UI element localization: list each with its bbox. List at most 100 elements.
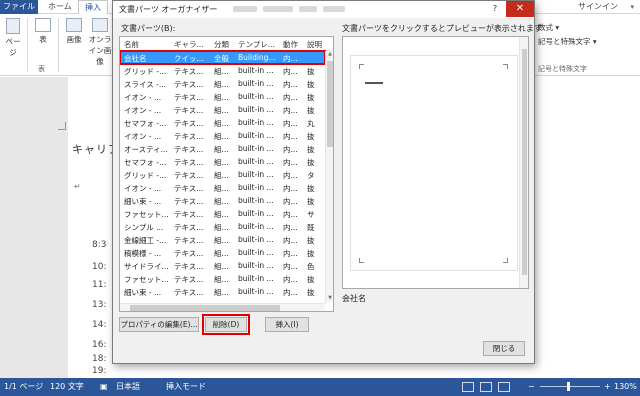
time-entry[interactable]: 18: bbox=[92, 354, 106, 364]
building-blocks-list[interactable]: 名前 ギャラ... 分類 テンプレ... 動作 説明 会社名 クイッ... 全般 Bu… bbox=[119, 36, 334, 312]
cell-name: オースティ... bbox=[124, 145, 168, 154]
edit-properties-button[interactable]: プロパティの編集(E)... bbox=[119, 317, 199, 332]
time-entry[interactable]: 11: bbox=[92, 280, 106, 290]
cell-description: 丸 bbox=[307, 119, 315, 128]
preview-block-name: 会社名 bbox=[342, 294, 366, 303]
list-row[interactable]: 稿模様 - ... テキス... 組... built-in ... 内... 抜 bbox=[120, 246, 325, 259]
list-row[interactable]: セマフォ -... テキス... 組... built-in ... 内... 抜 bbox=[120, 155, 325, 168]
cell-gallery: テキス... bbox=[174, 158, 204, 167]
zoom-slider-handle[interactable] bbox=[567, 382, 570, 391]
list-row[interactable]: 細い束 - ... テキス... 組... built-in ... 内... 抜 bbox=[120, 285, 325, 298]
list-row[interactable]: 金線細工 -... テキス... 組... built-in ... 内... 抜 bbox=[120, 233, 325, 246]
cell-template: built-in ... bbox=[238, 274, 274, 283]
cell-category: 組... bbox=[214, 197, 229, 206]
table-button[interactable]: 表 bbox=[32, 18, 54, 45]
list-horizontal-scrollbar[interactable] bbox=[120, 303, 325, 311]
time-entry[interactable]: 10: bbox=[92, 262, 106, 272]
insert-button[interactable]: 挿入(I) bbox=[265, 317, 309, 332]
cell-category: 組... bbox=[214, 145, 229, 154]
delete-button[interactable]: 削除(D) bbox=[202, 314, 250, 335]
column-header-name[interactable]: 名前 bbox=[124, 39, 139, 50]
list-row[interactable]: グリッド -... テキス... 組... built-in ... 内... タ bbox=[120, 168, 325, 181]
list-row[interactable]: イオン - ... テキス... 組... built-in ... 内... 抜 bbox=[120, 90, 325, 103]
cell-description: 抜 bbox=[307, 236, 315, 245]
tab-home[interactable]: ホーム bbox=[42, 0, 78, 14]
picture-button[interactable]: 画像 bbox=[62, 18, 86, 45]
zoom-level[interactable]: 130% bbox=[614, 378, 637, 396]
cell-category: 組... bbox=[214, 288, 229, 297]
scrollbar-thumb[interactable] bbox=[130, 305, 280, 311]
group-label-table: 表 bbox=[38, 65, 45, 73]
list-row[interactable]: セマフォ -... テキス... 組... built-in ... 内... 丸 bbox=[120, 116, 325, 129]
time-entry[interactable]: 13: bbox=[92, 300, 106, 310]
close-button[interactable]: 閉じる bbox=[483, 341, 525, 356]
zoom-out-button[interactable]: − bbox=[528, 378, 535, 396]
cell-name: セマフォ -... bbox=[124, 158, 167, 167]
cell-gallery: テキス... bbox=[174, 210, 204, 219]
list-row[interactable]: 細い束 - ... テキス... 組... built-in ... 内... 抜 bbox=[120, 194, 325, 207]
scrollbar-thumb[interactable] bbox=[327, 61, 333, 147]
word-count[interactable]: 120 文字 bbox=[50, 378, 84, 396]
cell-description: 抜 bbox=[307, 132, 315, 141]
proofing-icon[interactable]: ▣ bbox=[100, 378, 108, 396]
signin-link[interactable]: サインイン bbox=[578, 0, 618, 14]
read-mode-icon[interactable] bbox=[462, 382, 474, 392]
cell-behavior: 内... bbox=[283, 288, 298, 297]
tab-insert[interactable]: 挿入 bbox=[78, 0, 108, 14]
list-row[interactable]: 会社名 クイッ... 全般 Building... 内... bbox=[120, 50, 326, 65]
list-row[interactable]: スライス -... テキス... 組... built-in ... 内... 抜 bbox=[120, 77, 325, 90]
preview-scrollbar[interactable] bbox=[519, 37, 528, 288]
ribbon-divider bbox=[27, 18, 28, 72]
help-icon[interactable]: ? bbox=[486, 2, 504, 16]
time-entry[interactable]: 14: bbox=[92, 320, 106, 330]
dialog-titlebar[interactable]: 文書パーツ オーガナイザー ? ✕ bbox=[113, 1, 534, 18]
cell-category: 組... bbox=[214, 171, 229, 180]
chevron-down-icon[interactable]: ▾ bbox=[630, 0, 634, 14]
time-entry[interactable]: 19: bbox=[92, 366, 106, 376]
list-row[interactable]: グリッド -... テキス... 組... built-in ... 内... 抜 bbox=[120, 64, 325, 77]
scrollbar-thumb[interactable] bbox=[522, 49, 527, 275]
web-layout-icon[interactable] bbox=[498, 382, 510, 392]
page-count[interactable]: 1/1 ページ bbox=[4, 378, 43, 396]
list-row[interactable]: シンプル ... テキス... 組... built-in ... 内... 既 bbox=[120, 220, 325, 233]
list-row[interactable]: オースティ... テキス... 組... built-in ... 内... 抜 bbox=[120, 142, 325, 155]
list-row[interactable]: イオン - ... テキス... 組... built-in ... 内... 抜 bbox=[120, 181, 325, 194]
time-entry[interactable]: 8:3 bbox=[92, 240, 106, 250]
list-row[interactable]: ファセット... テキス... 組... built-in ... 内... サ bbox=[120, 207, 325, 220]
table-button-label: 表 bbox=[39, 35, 47, 44]
time-entry[interactable]: 16: bbox=[92, 340, 106, 350]
list-row[interactable]: サイドライ... テキス... 組... built-in ... 内... 色 bbox=[120, 259, 325, 272]
list-vertical-scrollbar[interactable]: ▲ ▼ bbox=[325, 51, 333, 303]
list-row[interactable]: ファセット... テキス... 組... built-in ... 内... 抜 bbox=[120, 272, 325, 285]
column-header-description[interactable]: 説明 bbox=[307, 39, 322, 50]
symbol-button[interactable]: 記号と特殊文字 ▾ bbox=[538, 36, 597, 47]
cell-gallery: テキス... bbox=[174, 145, 204, 154]
insert-mode-indicator[interactable]: 挿入モード bbox=[166, 378, 206, 396]
cell-name: 細い束 - ... bbox=[124, 288, 162, 297]
column-header-behavior[interactable]: 動作 bbox=[283, 39, 298, 50]
online-picture-button[interactable]: オンライン画像 bbox=[88, 18, 112, 67]
scroll-down-arrow-icon[interactable]: ▼ bbox=[326, 295, 333, 301]
zoom-in-button[interactable]: + bbox=[604, 378, 611, 396]
column-header-template[interactable]: テンプレ... bbox=[238, 39, 275, 50]
list-row[interactable]: イオン - ... テキス... 組... built-in ... 内... 抜 bbox=[120, 103, 325, 116]
cell-behavior: 内... bbox=[283, 145, 298, 154]
list-row[interactable]: イオン - ... テキス... 組... built-in ... 内... 抜 bbox=[120, 129, 325, 142]
cell-behavior: 内... bbox=[283, 262, 298, 271]
print-layout-icon[interactable] bbox=[480, 382, 492, 392]
cell-name: イオン - ... bbox=[124, 106, 162, 115]
page-button[interactable]: ページ bbox=[2, 18, 24, 58]
column-header-category[interactable]: 分類 bbox=[214, 39, 229, 50]
cell-behavior: 内... bbox=[283, 54, 298, 63]
cell-behavior: 内... bbox=[283, 158, 298, 167]
language-indicator[interactable]: 日本語 bbox=[116, 378, 140, 396]
cell-template: built-in ... bbox=[238, 131, 274, 140]
zoom-slider[interactable] bbox=[540, 386, 600, 387]
cell-behavior: 内... bbox=[283, 119, 298, 128]
column-header-gallery[interactable]: ギャラ... bbox=[174, 39, 204, 50]
close-icon[interactable]: ✕ bbox=[506, 1, 534, 17]
preview-label: 文書パーツをクリックするとプレビューが表示されます bbox=[342, 24, 542, 33]
tab-file[interactable]: ファイル bbox=[0, 0, 38, 14]
scroll-up-arrow-icon[interactable]: ▲ bbox=[326, 51, 333, 57]
cell-template: built-in ... bbox=[238, 235, 274, 244]
